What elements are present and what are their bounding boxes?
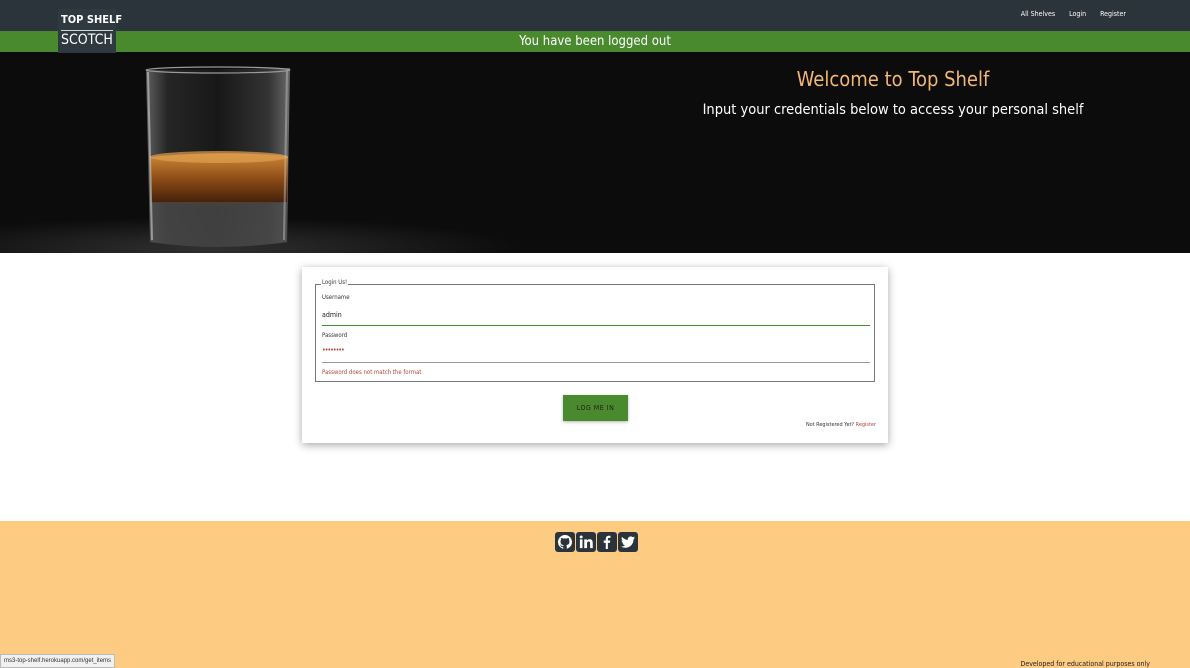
brand-logo[interactable]: TOP SHELF SCOTCH <box>58 9 122 53</box>
social-links <box>555 532 638 552</box>
password-field[interactable]: •••••••• <box>322 346 870 360</box>
nav-links: All Shelves Login Register <box>1021 10 1126 18</box>
hero-subtitle: Input your credentials below to access y… <box>702 102 1084 118</box>
brand-line1: TOP SHELF <box>61 13 123 26</box>
whisky-glass-image <box>0 52 520 253</box>
flash-banner: You have been logged out <box>0 31 1190 52</box>
footer-note: Developed for educational purposes only <box>1020 660 1150 668</box>
github-icon[interactable] <box>555 532 575 552</box>
navbar: All Shelves Login Register <box>0 0 1190 31</box>
password-error: Password does not match the format <box>322 369 422 376</box>
username-field[interactable] <box>322 308 870 322</box>
hero-title: Welcome to Top Shelf <box>796 67 990 91</box>
facebook-icon[interactable] <box>597 532 617 552</box>
nav-link-register[interactable]: Register <box>1100 10 1126 18</box>
status-bar-url: ms3-top-shelf.herokuapp.com/get_items <box>0 654 116 668</box>
password-label: Password <box>322 332 348 339</box>
username-label: Username <box>322 294 350 301</box>
username-underline <box>322 325 870 326</box>
brand-line2: SCOTCH <box>61 30 113 48</box>
login-button[interactable]: LOG ME IN <box>563 395 628 421</box>
password-underline <box>322 362 870 363</box>
footer: Developed for educational purposes only <box>0 521 1190 668</box>
flash-message: You have been logged out <box>519 34 671 49</box>
hero-section: Welcome to Top Shelf Input your credenti… <box>0 52 1190 253</box>
not-registered-text: Not Registered Yet? <box>805 422 855 428</box>
login-fieldset: Login Us! Username Password •••••••• Pas… <box>315 279 875 382</box>
register-link[interactable]: Register <box>856 422 876 428</box>
nav-link-login[interactable]: Login <box>1069 10 1086 18</box>
nav-link-all-shelves[interactable]: All Shelves <box>1021 10 1055 18</box>
login-card: Login Us! Username Password •••••••• Pas… <box>302 267 888 443</box>
login-legend: Login Us! <box>321 279 349 286</box>
register-prompt: Not Registered Yet? Register <box>806 422 876 428</box>
twitter-icon[interactable] <box>618 532 638 552</box>
linkedin-icon[interactable] <box>576 532 596 552</box>
